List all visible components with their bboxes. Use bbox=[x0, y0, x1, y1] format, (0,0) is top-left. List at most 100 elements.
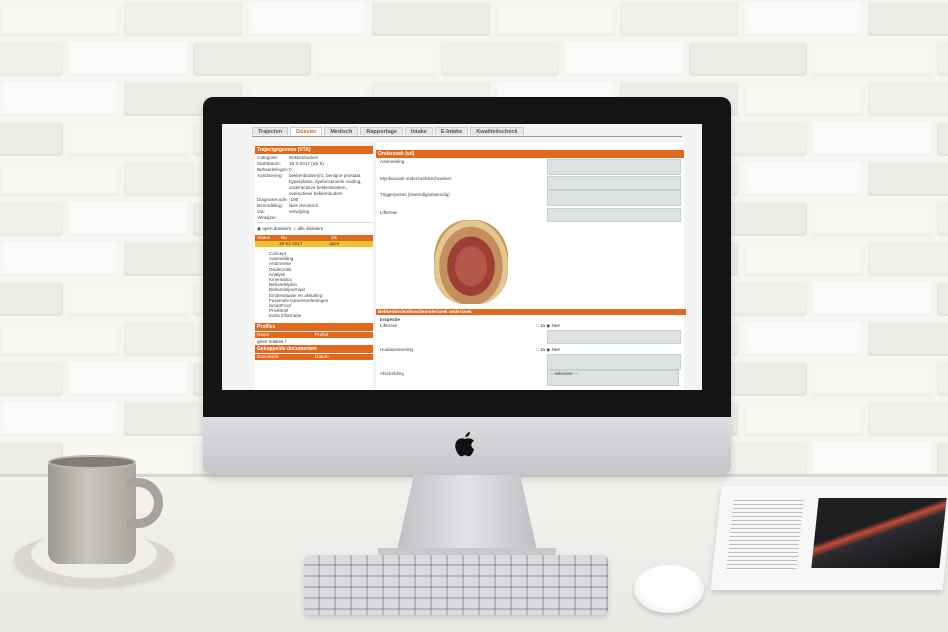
documents-columns: Document Datum bbox=[255, 353, 373, 360]
field-row: Aandoening: bekkenbodem(n), benigne prost… bbox=[257, 173, 371, 197]
field-label: Aandoening: bbox=[257, 173, 283, 178]
brick bbox=[124, 2, 242, 36]
brick bbox=[744, 402, 862, 436]
brick bbox=[813, 442, 931, 474]
tab-intake[interactable]: Intake bbox=[404, 127, 433, 135]
brick bbox=[0, 362, 63, 396]
tab-bar: Trajecten Dossier Medisch Rapportage Int… bbox=[252, 127, 524, 135]
text-field[interactable] bbox=[547, 190, 681, 206]
brick bbox=[813, 202, 931, 236]
brick bbox=[868, 2, 948, 36]
text-field[interactable] bbox=[547, 330, 681, 344]
brick bbox=[813, 362, 931, 396]
brick bbox=[0, 282, 63, 316]
brick bbox=[0, 122, 63, 156]
apple-logo-icon bbox=[454, 430, 476, 464]
field-label: Verwijzer: bbox=[257, 215, 277, 220]
brick bbox=[813, 122, 931, 156]
form-label: Aanmelding bbox=[380, 159, 405, 164]
brick bbox=[868, 322, 948, 356]
form-label: Liftereiw bbox=[380, 323, 398, 328]
brick bbox=[372, 2, 490, 36]
radio-label: open dossiers bbox=[262, 226, 291, 231]
photo-scene: Trajecten Dossier Medisch Rapportage Int… bbox=[0, 0, 948, 632]
screen: Trajecten Dossier Medisch Rapportage Int… bbox=[222, 124, 702, 390]
radio-label: Ja bbox=[540, 323, 545, 328]
traject-fields: Categorie: Bekkenbodem Startdatum: 16-2-20… bbox=[255, 154, 373, 222]
tab-kwaliteitscheck[interactable]: Kwaliteitscheck bbox=[470, 127, 524, 135]
brick bbox=[744, 162, 862, 196]
dossier-filter: ◉ open dossiers ○ alle dossiers bbox=[255, 222, 373, 235]
form-label: Myofasciale onderzoekstechnieken bbox=[380, 176, 452, 181]
bekkenbodem-header: Bekkenbodemfunctieonderzoek onderzoek bbox=[376, 309, 686, 315]
brick bbox=[248, 2, 366, 36]
text-field[interactable] bbox=[547, 176, 681, 190]
table-row[interactable]: 16-02-2017 open bbox=[255, 241, 373, 247]
tab-rapportage[interactable]: Rapportage bbox=[360, 127, 403, 135]
left-panel: Trajectgegevens (VTA) Categorie: Bekkenbo… bbox=[255, 146, 373, 390]
column-header: Datum bbox=[315, 353, 329, 359]
traject-header: Trajectgegevens (VTA) bbox=[255, 146, 373, 154]
brick bbox=[744, 82, 862, 116]
text-field[interactable] bbox=[547, 208, 681, 222]
select-dropdown[interactable]: -- selecteer -- bbox=[547, 370, 679, 386]
brick bbox=[937, 42, 948, 76]
brick bbox=[868, 162, 948, 196]
column-header: Profiel bbox=[315, 331, 329, 337]
text-field[interactable] bbox=[547, 354, 681, 370]
radio-all-dossiers[interactable]: ○ alle dossiers bbox=[293, 226, 323, 231]
brick bbox=[0, 82, 118, 116]
documents-header: Gekoppelde documenten bbox=[255, 344, 373, 353]
brick bbox=[744, 322, 862, 356]
tab-trajecten[interactable]: Trajecten bbox=[252, 127, 289, 135]
brick bbox=[868, 242, 948, 276]
radio-label: Nee bbox=[551, 347, 560, 352]
magazine-text bbox=[726, 500, 804, 570]
brick bbox=[0, 2, 118, 36]
brick bbox=[937, 282, 948, 316]
brick bbox=[868, 402, 948, 436]
right-panel: Onderzoek (vd) Aanmelding Myofasciale on… bbox=[376, 142, 686, 390]
brick bbox=[69, 362, 187, 396]
brick bbox=[0, 242, 118, 276]
dossier-table: Status Nu Ok 16-02-2017 open bbox=[255, 235, 373, 247]
radio-label: Ja bbox=[540, 347, 545, 352]
radio-nee[interactable]: ◉ Nee bbox=[546, 323, 560, 328]
text-field[interactable] bbox=[547, 159, 681, 175]
workflow-steps: Concept Aanmelding Anamnese Onderzoek An… bbox=[255, 251, 373, 319]
column-header: Document bbox=[257, 353, 278, 359]
step-item[interactable]: Extra informatie bbox=[255, 313, 373, 318]
radio-label: alle dossiers bbox=[297, 226, 324, 231]
profiles-header: Profiles bbox=[255, 322, 373, 331]
form-label: Triggerpoints (inwendig/uitwendig) bbox=[380, 192, 450, 197]
tab-medisch[interactable]: Medisch bbox=[324, 127, 359, 135]
magazine-photo bbox=[811, 498, 947, 568]
onderzoek-header: Onderzoek (vd) bbox=[376, 150, 684, 158]
brick bbox=[193, 42, 311, 76]
brick bbox=[0, 322, 118, 356]
brick bbox=[0, 202, 63, 236]
brick bbox=[813, 282, 931, 316]
brick bbox=[496, 2, 614, 36]
brick bbox=[937, 202, 948, 236]
keyboard bbox=[304, 555, 608, 615]
radio-nee[interactable]: ◉ Nee bbox=[546, 347, 560, 352]
brick bbox=[69, 122, 187, 156]
brick bbox=[620, 2, 738, 36]
tab-e-intake[interactable]: E-Intake bbox=[434, 127, 469, 135]
brick bbox=[0, 162, 118, 196]
radio-label: Nee bbox=[551, 323, 560, 328]
field-value bbox=[289, 215, 371, 221]
brick bbox=[317, 42, 435, 76]
brick bbox=[744, 2, 862, 36]
brick bbox=[868, 82, 948, 116]
state-cell: open bbox=[329, 241, 340, 246]
mug-rim bbox=[48, 455, 136, 469]
status-cell bbox=[255, 241, 279, 247]
radio-open-dossiers[interactable]: ◉ open dossiers bbox=[257, 226, 291, 231]
radio-ja[interactable]: ○ Ja bbox=[536, 347, 545, 352]
column-header: Naam bbox=[257, 331, 270, 337]
tab-dossier[interactable]: Dossier bbox=[290, 127, 323, 135]
radio-ja[interactable]: ○ Ja bbox=[536, 323, 545, 328]
mouse bbox=[634, 565, 704, 613]
